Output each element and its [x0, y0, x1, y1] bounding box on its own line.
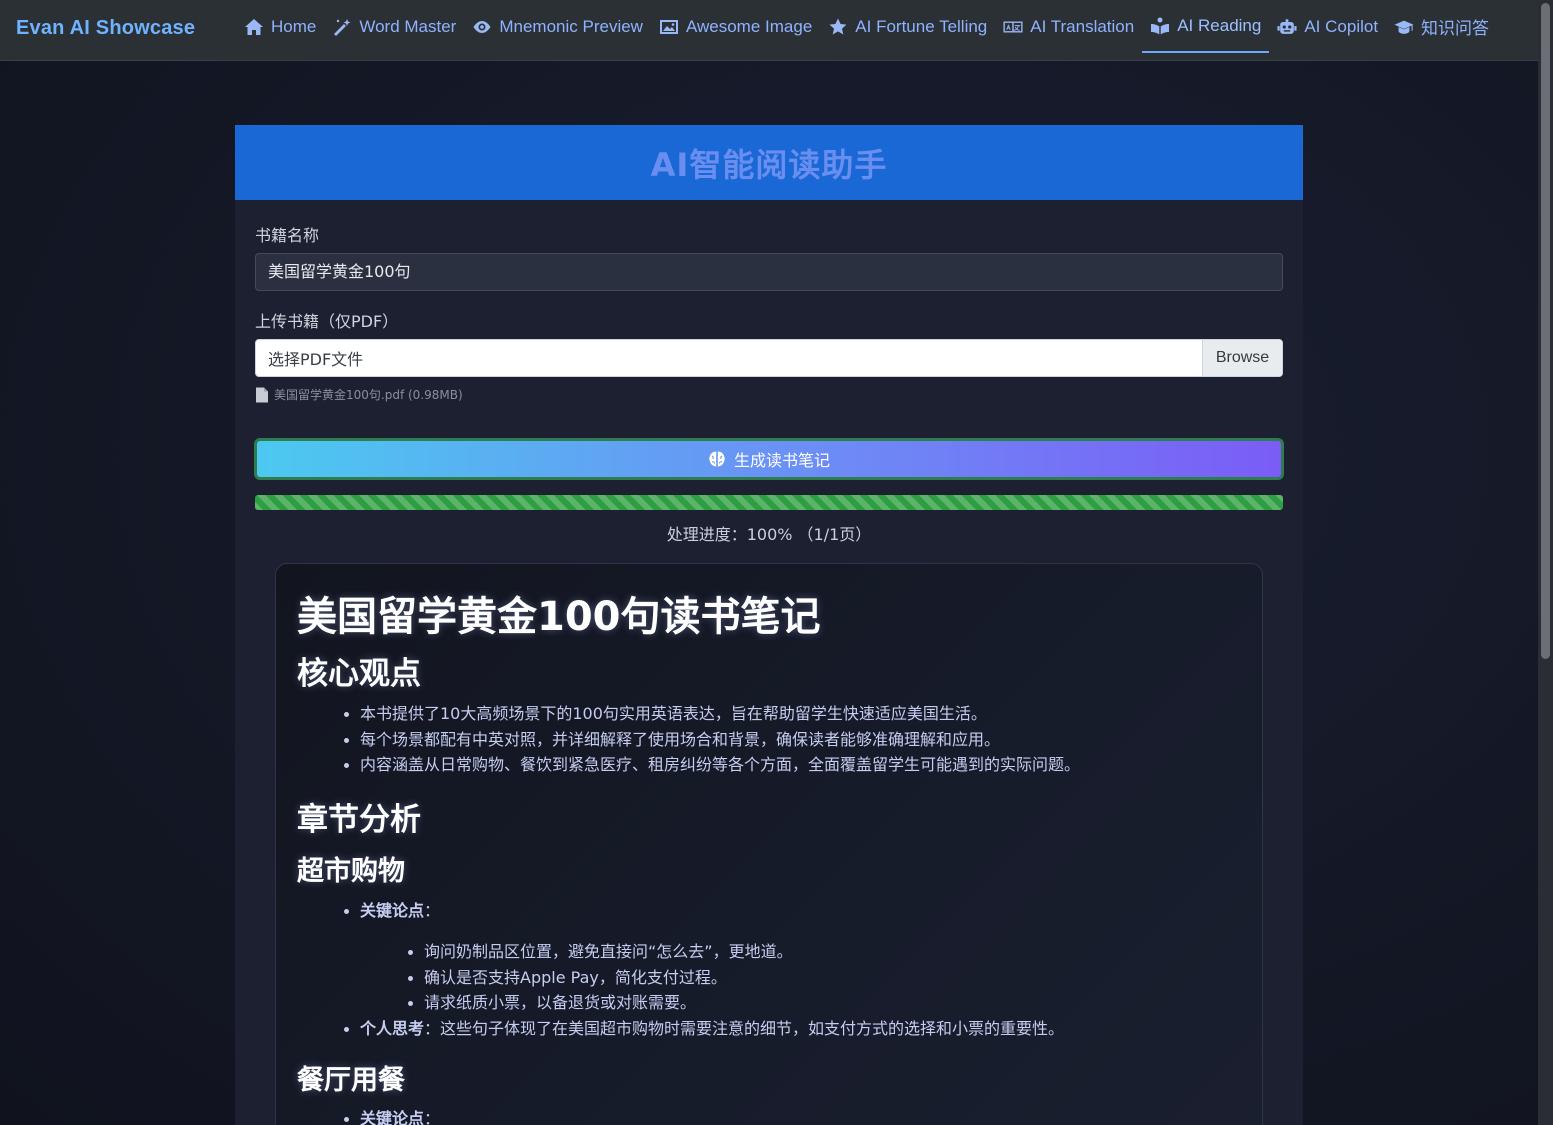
page-scrollbar[interactable]	[1538, 0, 1553, 1125]
star-icon	[829, 18, 847, 34]
chapter-analysis-heading: 章节分析	[297, 802, 421, 838]
nav-item-word-master[interactable]: Word Master	[324, 0, 464, 53]
home-icon	[245, 18, 263, 35]
progress-fill	[255, 495, 1283, 510]
key-points-label: 关键论点	[360, 1109, 425, 1125]
list-item: 关键论点：	[343, 1106, 441, 1125]
personal-thoughts-list: 个人思考：这些句子体现了在美国超市购物时需要注意的细节，如支付方式的选择和小票的…	[343, 1016, 1065, 1042]
pdf-file-input[interactable]: 选择PDF文件 Browse	[255, 339, 1283, 377]
nav-label: Awesome Image	[685, 16, 813, 36]
nav-item-awesome-image[interactable]: Awesome Image	[651, 0, 820, 53]
browse-button[interactable]: Browse	[1202, 340, 1282, 376]
brain-icon	[709, 451, 725, 467]
eye-icon	[473, 20, 491, 33]
section-supermarket-heading: 超市购物	[297, 856, 405, 887]
nav-item-ai-reading[interactable]: AI Reading	[1142, 0, 1270, 53]
nav-item-ai-copilot[interactable]: AI Copilot	[1269, 0, 1386, 53]
list-item: 个人思考：这些句子体现了在美国超市购物时需要注意的细节，如支付方式的选择和小票的…	[343, 1016, 1065, 1042]
progress-text: 处理进度：100% （1/1页）	[666, 525, 872, 544]
card-header: AI智能阅读助手	[235, 125, 1303, 200]
list-item: 询问奶制品区位置，避免直接问“怎么去”，更地道。	[408, 939, 793, 965]
reading-assistant-card: AI智能阅读助手 书籍名称 美国留学黄金100句 上传书籍（仅PDF） 选择PD…	[235, 125, 1303, 1125]
personal-label: 个人思考	[360, 1019, 425, 1038]
list-item: 内容涵盖从日常购物、餐饮到紧急医疗、租房纠纷等各个方面，全面覆盖留学生可能遇到的…	[343, 752, 1080, 778]
key-points-sublist: 询问奶制品区位置，避免直接问“怎么去”，更地道。 确认是否支持Apple Pay…	[408, 939, 793, 1016]
generate-button-label: 生成读书笔记	[733, 451, 830, 470]
reader-icon	[1151, 17, 1170, 34]
nav-item-home[interactable]: Home	[236, 0, 324, 53]
list-item: 关键论点：	[343, 898, 441, 924]
file-icon	[256, 387, 268, 402]
scrollbar-thumb[interactable]	[1541, 3, 1550, 659]
file-placeholder: 选择PDF文件	[268, 350, 364, 369]
list-item: 每个场景都配有中英对照，并详细解释了使用场合和背景，确保读者能够准确理解和应用。	[343, 727, 1080, 753]
nav-item-mnemonic-preview[interactable]: Mnemonic Preview	[464, 0, 651, 53]
top-navbar: Evan AI Showcase Home Word Master Mnemon…	[0, 0, 1538, 61]
selected-file-info: 美国留学黄金100句.pdf (0.98MB)	[255, 386, 463, 403]
generate-notes-button[interactable]: 生成读书笔记	[254, 438, 1284, 480]
list-item: 请求纸质小票，以备退货或对账需要。	[408, 990, 793, 1016]
list-item: 本书提供了10大高频场景下的100句实用英语表达，旨在帮助留学生快速适应美国生活…	[343, 701, 1080, 727]
list-item: 确认是否支持Apple Pay，简化支付过程。	[408, 965, 793, 991]
brand-logo[interactable]: Evan AI Showcase	[16, 17, 195, 40]
nav-label: Word Master	[359, 16, 457, 36]
nav-label: Mnemonic Preview	[499, 16, 643, 36]
robot-icon	[1277, 18, 1297, 34]
file-info-text: 美国留学黄金100句.pdf (0.98MB)	[274, 388, 463, 402]
upload-label: 上传书籍（仅PDF）	[255, 312, 399, 331]
nav-label: AI Copilot	[1304, 16, 1379, 36]
nav-label: 知识问答	[1421, 19, 1490, 38]
nav-item-ai-translation[interactable]: AI Translation	[995, 0, 1142, 53]
colon: ：	[424, 1109, 441, 1125]
translate-icon	[1003, 21, 1023, 32]
nav-label: Home	[271, 16, 317, 36]
graduation-cap-icon	[1394, 20, 1414, 34]
core-points-heading: 核心观点	[297, 656, 421, 692]
key-points-label: 关键论点	[360, 901, 425, 920]
colon: ：	[424, 901, 441, 920]
progress-bar	[255, 495, 1283, 510]
colon: ：	[424, 1019, 441, 1038]
core-points-list: 本书提供了10大高频场景下的100句实用英语表达，旨在帮助留学生快速适应美国生活…	[343, 701, 1080, 778]
nav-item-ai-fortune-telling[interactable]: AI Fortune Telling	[820, 0, 995, 53]
nav-item-knowledge-qa[interactable]: 知识问答	[1386, 0, 1497, 53]
nav-label: AI Reading	[1177, 15, 1262, 35]
nav-label: AI Translation	[1030, 16, 1135, 36]
image-icon	[659, 19, 678, 34]
page-title: AI智能阅读助手	[650, 145, 888, 184]
nav-menu: Home Word Master Mnemonic Preview Awesom…	[236, 0, 1497, 61]
section-restaurant-list: 关键论点：	[343, 1106, 441, 1125]
reading-notes-panel: 美国留学黄金100句读书笔记 核心观点 本书提供了10大高频场景下的100句实用…	[275, 563, 1263, 1125]
section-supermarket-list: 关键论点：	[343, 898, 441, 924]
notes-title: 美国留学黄金100句读书笔记	[297, 594, 821, 640]
personal-text: 这些句子体现了在美国超市购物时需要注意的细节，如支付方式的选择和小票的重要性。	[440, 1019, 1065, 1038]
magic-wand-icon	[334, 18, 351, 36]
nav-label: AI Fortune Telling	[855, 16, 988, 36]
book-name-input[interactable]: 美国留学黄金100句	[255, 253, 1283, 291]
book-name-label: 书籍名称	[255, 226, 320, 245]
section-restaurant-heading: 餐厅用餐	[297, 1065, 405, 1096]
